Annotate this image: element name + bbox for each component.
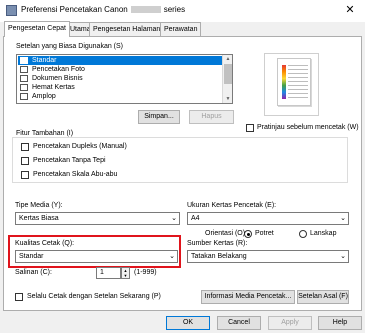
common-settings-list[interactable]: Standar Pencetakan Foto Dokumen Bisnis H… — [16, 54, 233, 104]
list-item[interactable]: Amplop — [18, 92, 223, 101]
copies-input[interactable]: 1 — [96, 267, 121, 279]
list-item[interactable]: Pencetakan Foto — [18, 65, 223, 74]
additional-features-label: Fitur Tambahan (I) — [16, 130, 74, 137]
landscape-radio[interactable] — [299, 230, 307, 238]
duplex-checkbox[interactable] — [21, 143, 29, 151]
paper-source-label: Sumber Kertas (R): — [187, 240, 248, 247]
landscape-label: Lanskap — [310, 230, 337, 237]
borderless-checkbox[interactable] — [21, 157, 29, 165]
media-type-label: Tipe Media (Y): — [15, 202, 63, 209]
ok-button[interactable]: OK — [166, 316, 210, 330]
save-button[interactable]: Simpan... — [138, 110, 180, 124]
list-item[interactable]: Standar — [18, 56, 223, 65]
document-icon — [20, 75, 28, 82]
delete-button[interactable]: Hapus — [189, 110, 234, 124]
preview-checkbox[interactable] — [246, 124, 254, 132]
portrait-label: Potret — [255, 230, 274, 237]
grayscale-label: Pencetakan Skala Abu-abu — [33, 171, 118, 178]
envelope-icon — [20, 93, 28, 100]
list-item[interactable]: Dokumen Bisnis — [18, 74, 223, 83]
grayscale-checkbox[interactable] — [21, 171, 29, 179]
chevron-down-icon: ⌄ — [171, 215, 177, 222]
duplex-label: Pencetakan Dupleks (Manual) — [33, 143, 127, 150]
media-type-select[interactable]: Kertas Biasa ⌄ — [15, 212, 180, 225]
chevron-down-icon: ⌄ — [340, 253, 346, 260]
always-print-checkbox[interactable] — [15, 293, 23, 301]
apply-button[interactable]: Apply — [268, 316, 312, 330]
borderless-label: Pencetakan Tanpa Tepi — [33, 157, 106, 164]
list-item[interactable]: Hemat Kertas — [18, 83, 223, 92]
redacted-model-name — [130, 6, 161, 14]
paper-saving-icon — [20, 84, 28, 91]
print-preview — [264, 53, 319, 116]
chevron-down-icon: ⌄ — [169, 253, 175, 260]
list-scrollbar[interactable]: ▲ ▼ — [222, 55, 232, 103]
window-title: Preferensi Pencetakan Canon series — [21, 5, 186, 14]
help-button[interactable]: Help — [318, 316, 362, 330]
step-down-icon[interactable]: ▼ — [122, 273, 129, 278]
close-icon[interactable]: ✕ — [342, 3, 358, 18]
print-quality-select[interactable]: Standar ⌄ — [15, 250, 178, 263]
tab-page-setup[interactable]: Pengesetan Halaman — [89, 22, 165, 36]
copies-stepper[interactable]: ▲ ▼ — [121, 267, 130, 279]
preview-checkbox-label: Pratinjau sebelum mencetak (W) — [257, 124, 359, 131]
paper-source-select[interactable]: Tatakan Belakang ⌄ — [187, 250, 349, 263]
orientation-label: Orientasi (O): — [205, 230, 248, 237]
defaults-button[interactable]: Setelan Asal (F) — [297, 290, 349, 304]
paper-preview-icon — [277, 58, 311, 106]
paper-size-select[interactable]: A4 ⌄ — [187, 212, 349, 225]
portrait-radio[interactable] — [244, 230, 252, 238]
common-settings-label: Setelan yang Biasa Digunakan (S) — [16, 43, 124, 50]
copies-label: Salinan (C): — [15, 269, 52, 276]
cancel-button[interactable]: Cancel — [217, 316, 261, 330]
print-quality-label: Kualitas Cetak (Q): — [15, 240, 75, 247]
copies-range: (1-999) — [134, 269, 157, 276]
tab-quick-setup[interactable]: Pengesetan Cepat — [4, 21, 70, 37]
photo-icon — [20, 66, 28, 73]
tab-maintenance[interactable]: Perawatan — [160, 22, 202, 36]
standard-icon — [20, 57, 28, 64]
scroll-down-icon[interactable]: ▼ — [223, 95, 233, 103]
chevron-down-icon: ⌄ — [340, 215, 346, 222]
printer-app-icon — [6, 5, 17, 16]
scroll-thumb[interactable] — [224, 64, 232, 84]
always-print-label: Selalu Cetak dengan Setelan Sekarang (P) — [27, 293, 161, 300]
paper-size-label: Ukuran Kertas Pencetak (E): — [187, 202, 277, 209]
media-info-button[interactable]: Informasi Media Pencetak... — [201, 290, 295, 304]
scroll-up-icon[interactable]: ▲ — [223, 55, 233, 63]
